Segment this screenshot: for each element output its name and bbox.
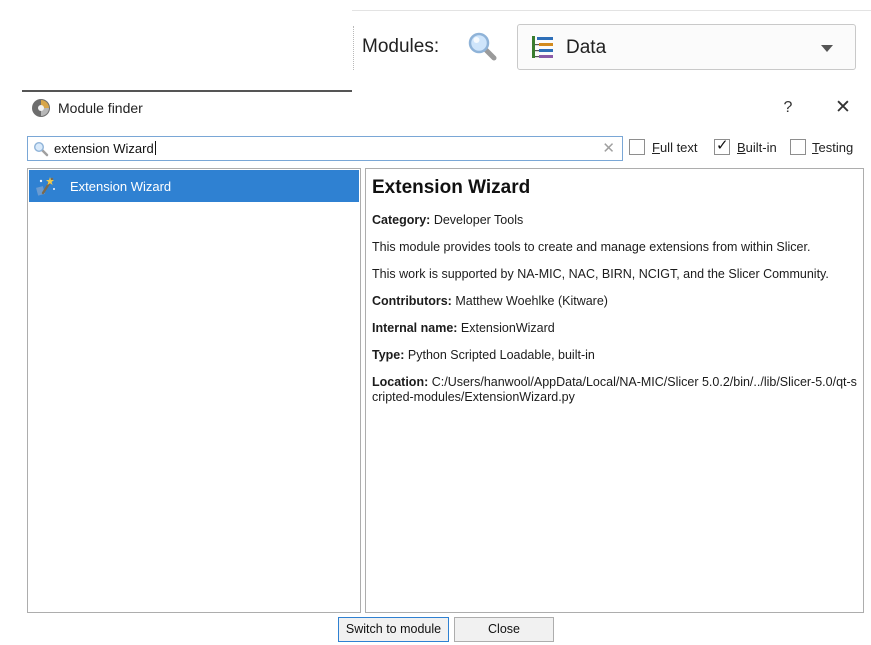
text-cursor <box>154 141 156 155</box>
toolbar-divider <box>352 10 871 11</box>
module-selector[interactable]: Data <box>517 24 856 70</box>
slicer-logo-icon <box>32 99 50 117</box>
close-button[interactable]: Close <box>454 617 554 642</box>
module-details-panel: Extension Wizard Category: Developer Too… <box>365 168 864 613</box>
full-text-label[interactable]: Full text <box>652 140 698 155</box>
location-row: Location: C:/Users/hanwool/AppData/Local… <box>372 375 857 404</box>
full-text-checkbox[interactable] <box>629 139 645 155</box>
module-search-button[interactable] <box>466 30 500 64</box>
chevron-down-icon[interactable] <box>821 45 833 52</box>
checkmark-icon: ✓ <box>716 137 729 154</box>
help-button[interactable]: ? <box>774 94 802 122</box>
dialog-title: Module finder <box>58 100 143 116</box>
search-icon <box>33 141 49 157</box>
list-item[interactable]: Extension Wizard <box>29 170 359 202</box>
list-item-label: Extension Wizard <box>70 179 172 194</box>
module-title: Extension Wizard <box>372 177 531 198</box>
extension-wizard-icon <box>36 177 55 196</box>
search-value: extension Wizard <box>54 141 156 156</box>
module-toolbar: Modules: Data <box>0 0 871 88</box>
data-module-icon <box>532 36 553 58</box>
type-row: Type: Python Scripted Loadable, built-in <box>372 348 595 362</box>
magnifier-icon <box>468 32 497 61</box>
contributors-row: Contributors: Matthew Woehlke (Kitware) <box>372 294 608 308</box>
module-search-input[interactable]: extension Wizard ✕ <box>27 136 623 161</box>
testing-label[interactable]: Testing <box>812 140 853 155</box>
switch-to-module-button[interactable]: Switch to module <box>338 617 449 642</box>
titlebar-accent <box>22 90 352 92</box>
selected-module: Data <box>566 37 607 58</box>
built-in-label[interactable]: Built-in <box>737 140 777 155</box>
category-row: Category: Developer Tools <box>372 213 524 227</box>
acknowledgement-text: This work is supported by NA-MIC, NAC, B… <box>372 267 829 281</box>
toolbar-drag-handle[interactable] <box>353 26 355 70</box>
module-finder-dialog: Module finder ? ✕ extension Wizard ✕ Ful… <box>0 88 871 645</box>
modules-label: Modules: <box>362 36 440 57</box>
testing-checkbox[interactable] <box>790 139 806 155</box>
close-window-button[interactable]: ✕ <box>828 94 858 122</box>
module-results-list[interactable]: Extension Wizard <box>27 168 361 613</box>
built-in-checkbox[interactable]: ✓ <box>714 137 730 155</box>
description-text: This module provides tools to create and… <box>372 240 811 254</box>
internal-name-row: Internal name: ExtensionWizard <box>372 321 555 335</box>
clear-search-icon[interactable]: ✕ <box>602 139 615 158</box>
